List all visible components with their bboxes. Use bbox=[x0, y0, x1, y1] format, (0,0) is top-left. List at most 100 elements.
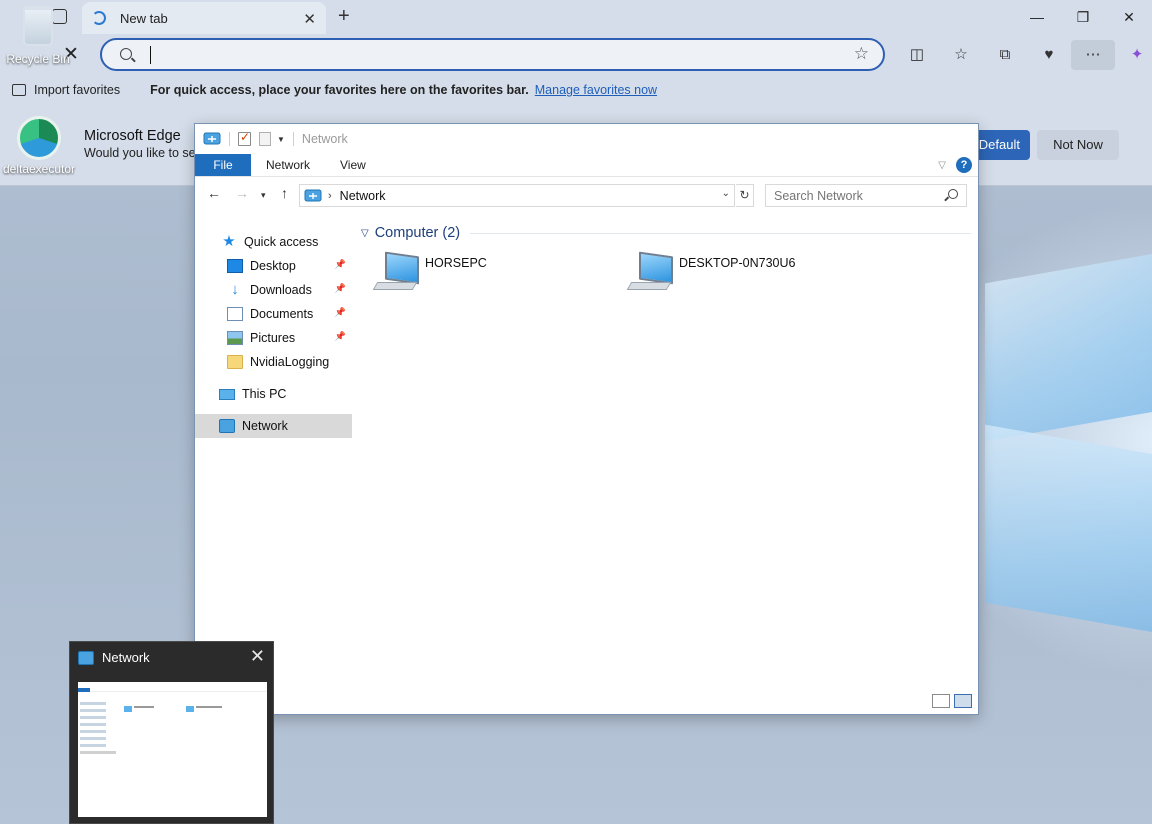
close-icon[interactable]: ✕ bbox=[250, 646, 265, 667]
preview-computer-icon bbox=[186, 706, 194, 712]
preview-computer-icon bbox=[124, 706, 132, 712]
download-icon: ↓ bbox=[231, 281, 239, 298]
wallpaper-window-pane bbox=[985, 252, 1152, 442]
taskbar-thumbnail[interactable]: Network ✕ bbox=[69, 641, 274, 824]
sidebar-item-downloads[interactable]: ↓ Downloads 📌 bbox=[195, 278, 352, 302]
properties-icon[interactable] bbox=[238, 130, 251, 146]
view-switcher bbox=[928, 694, 972, 708]
sidebar-item-nvidialogging[interactable]: NvidiaLogging bbox=[195, 350, 352, 374]
recycle-bin-desktop-icon[interactable]: Recycle Bin bbox=[4, 2, 72, 66]
back-arrow-icon[interactable]: ← bbox=[207, 185, 221, 201]
more-options-icon[interactable]: ⋯ bbox=[1071, 40, 1115, 70]
tab-file[interactable]: File bbox=[195, 154, 251, 176]
navigation-bar: ← → ▾ ↑ › Network ⌄ ↻ bbox=[195, 181, 978, 209]
pin-icon[interactable]: 📌 bbox=[335, 259, 346, 270]
sidebar-item-label: Desktop bbox=[250, 259, 296, 273]
keyboard-icon bbox=[372, 282, 418, 290]
pin-icon[interactable]: 📌 bbox=[335, 283, 346, 294]
deltaexecutor-icon bbox=[17, 116, 61, 160]
tab-strip: New tab ✕ + — ❐ ✕ bbox=[0, 0, 1152, 34]
sidebar-item-label: Downloads bbox=[250, 283, 312, 297]
preview-text bbox=[134, 706, 154, 708]
preview-file-tab bbox=[78, 688, 90, 692]
sidebar-item-desktop[interactable]: Desktop 📌 bbox=[195, 254, 352, 278]
sidebar-item-label: Quick access bbox=[244, 235, 319, 249]
sidebar-item-documents[interactable]: Documents 📌 bbox=[195, 302, 352, 326]
manage-favorites-link[interactable]: Manage favorites now bbox=[535, 83, 657, 97]
address-box[interactable]: › Network ⌄ bbox=[299, 184, 735, 207]
tab-view[interactable]: View bbox=[325, 154, 381, 176]
favorites-bar: Import favorites For quick access, place… bbox=[0, 76, 1152, 104]
address-dropdown-icon[interactable]: ⌄ bbox=[722, 188, 730, 199]
sidebar-item-quick-access[interactable]: ★ Quick access bbox=[195, 230, 352, 254]
computer-icon bbox=[219, 388, 235, 400]
search-box[interactable] bbox=[765, 184, 967, 207]
thumbnail-title: Network bbox=[102, 650, 150, 665]
prompt-subtitle: Would you like to se bbox=[84, 146, 196, 160]
collections-icon[interactable]: ⧉ bbox=[983, 40, 1027, 70]
sidebar-item-label: NvidiaLogging bbox=[250, 355, 330, 369]
navigation-pane: ★ Quick access Desktop 📌 ↓ Downloads 📌 D… bbox=[195, 222, 352, 702]
thumbnail-preview[interactable] bbox=[78, 682, 267, 817]
text-caret bbox=[150, 46, 151, 64]
content-pane: ▽ Computer (2) HORSEPC DESKTOP-0N730U6 bbox=[353, 222, 973, 692]
network-icon bbox=[203, 132, 221, 145]
sidebar-item-pictures[interactable]: Pictures 📌 bbox=[195, 326, 352, 350]
pin-icon[interactable]: 📌 bbox=[335, 307, 346, 318]
large-icons-view-icon[interactable] bbox=[954, 694, 972, 708]
not-now-button[interactable]: Not Now bbox=[1037, 130, 1119, 160]
browser-essentials-icon[interactable]: ♥ bbox=[1027, 40, 1071, 70]
divider bbox=[470, 232, 971, 234]
breadcrumb[interactable]: Network bbox=[340, 189, 386, 203]
network-icon bbox=[304, 189, 322, 201]
browser-toolbar: ◫ ☆ ⧉ ♥ ⋯ ✦ bbox=[895, 40, 1152, 70]
import-favorites-button[interactable]: Import favorites bbox=[34, 83, 120, 97]
import-icon bbox=[12, 84, 26, 96]
search-icon bbox=[948, 189, 958, 199]
minimize-button[interactable]: — bbox=[1014, 0, 1060, 34]
explorer-title-bar: ▼ Network bbox=[195, 124, 978, 154]
group-header-computer[interactable]: ▽ Computer (2) bbox=[361, 222, 971, 244]
copilot-icon[interactable]: ✦ bbox=[1115, 40, 1152, 70]
sidebar-item-network[interactable]: Network bbox=[195, 414, 352, 438]
sidebar-item-this-pc[interactable]: This PC bbox=[195, 382, 352, 406]
customize-toolbar-icon[interactable]: ▼ bbox=[277, 135, 285, 144]
details-view-icon[interactable] bbox=[932, 694, 950, 708]
tab-title: New tab bbox=[120, 10, 168, 26]
tab-network[interactable]: Network bbox=[251, 154, 325, 176]
close-window-button[interactable]: ✕ bbox=[1106, 0, 1152, 34]
up-arrow-icon[interactable]: ↑ bbox=[281, 185, 288, 201]
ribbon-tabs: File Network View ▽ ? bbox=[195, 154, 978, 177]
computer-item[interactable]: HORSEPC bbox=[372, 251, 593, 300]
split-screen-icon[interactable]: ◫ bbox=[895, 40, 939, 70]
recycle-bin-icon bbox=[23, 6, 53, 46]
tab-new-tab[interactable]: New tab ✕ bbox=[82, 2, 326, 34]
new-folder-icon[interactable] bbox=[259, 132, 271, 146]
sidebar-item-label: Network bbox=[242, 419, 288, 433]
desktop-icon-label: deltaexecutor bbox=[2, 162, 76, 176]
computer-name: DESKTOP-0N730U6 bbox=[679, 256, 796, 270]
address-bar[interactable]: ☆ bbox=[100, 38, 885, 71]
computer-monitor-icon bbox=[639, 251, 673, 285]
recent-locations-icon[interactable]: ▾ bbox=[261, 190, 266, 201]
computer-monitor-icon bbox=[385, 251, 419, 285]
computer-item[interactable]: DESKTOP-0N730U6 bbox=[626, 251, 847, 300]
expand-ribbon-icon[interactable]: ▽ bbox=[938, 160, 946, 171]
close-tab-icon[interactable]: ✕ bbox=[303, 10, 316, 28]
desktop-icon bbox=[227, 259, 243, 273]
refresh-icon[interactable]: ↻ bbox=[736, 184, 754, 207]
collapse-chevron-icon[interactable]: ▽ bbox=[361, 228, 369, 239]
favorite-star-icon[interactable]: ☆ bbox=[854, 44, 869, 64]
search-input[interactable] bbox=[766, 185, 936, 206]
separator bbox=[229, 132, 230, 146]
forward-arrow-icon[interactable]: → bbox=[235, 185, 249, 201]
pin-icon[interactable]: 📌 bbox=[335, 331, 346, 342]
restore-button[interactable]: ❐ bbox=[1060, 0, 1106, 34]
help-icon[interactable]: ? bbox=[956, 157, 972, 173]
preview-text bbox=[196, 706, 222, 708]
new-tab-button[interactable]: + bbox=[338, 5, 350, 28]
favorites-icon[interactable]: ☆ bbox=[939, 40, 983, 70]
deltaexecutor-desktop-icon[interactable]: deltaexecutor bbox=[0, 112, 78, 176]
desktop-icon-label: Recycle Bin bbox=[6, 52, 70, 66]
separator bbox=[292, 132, 294, 146]
